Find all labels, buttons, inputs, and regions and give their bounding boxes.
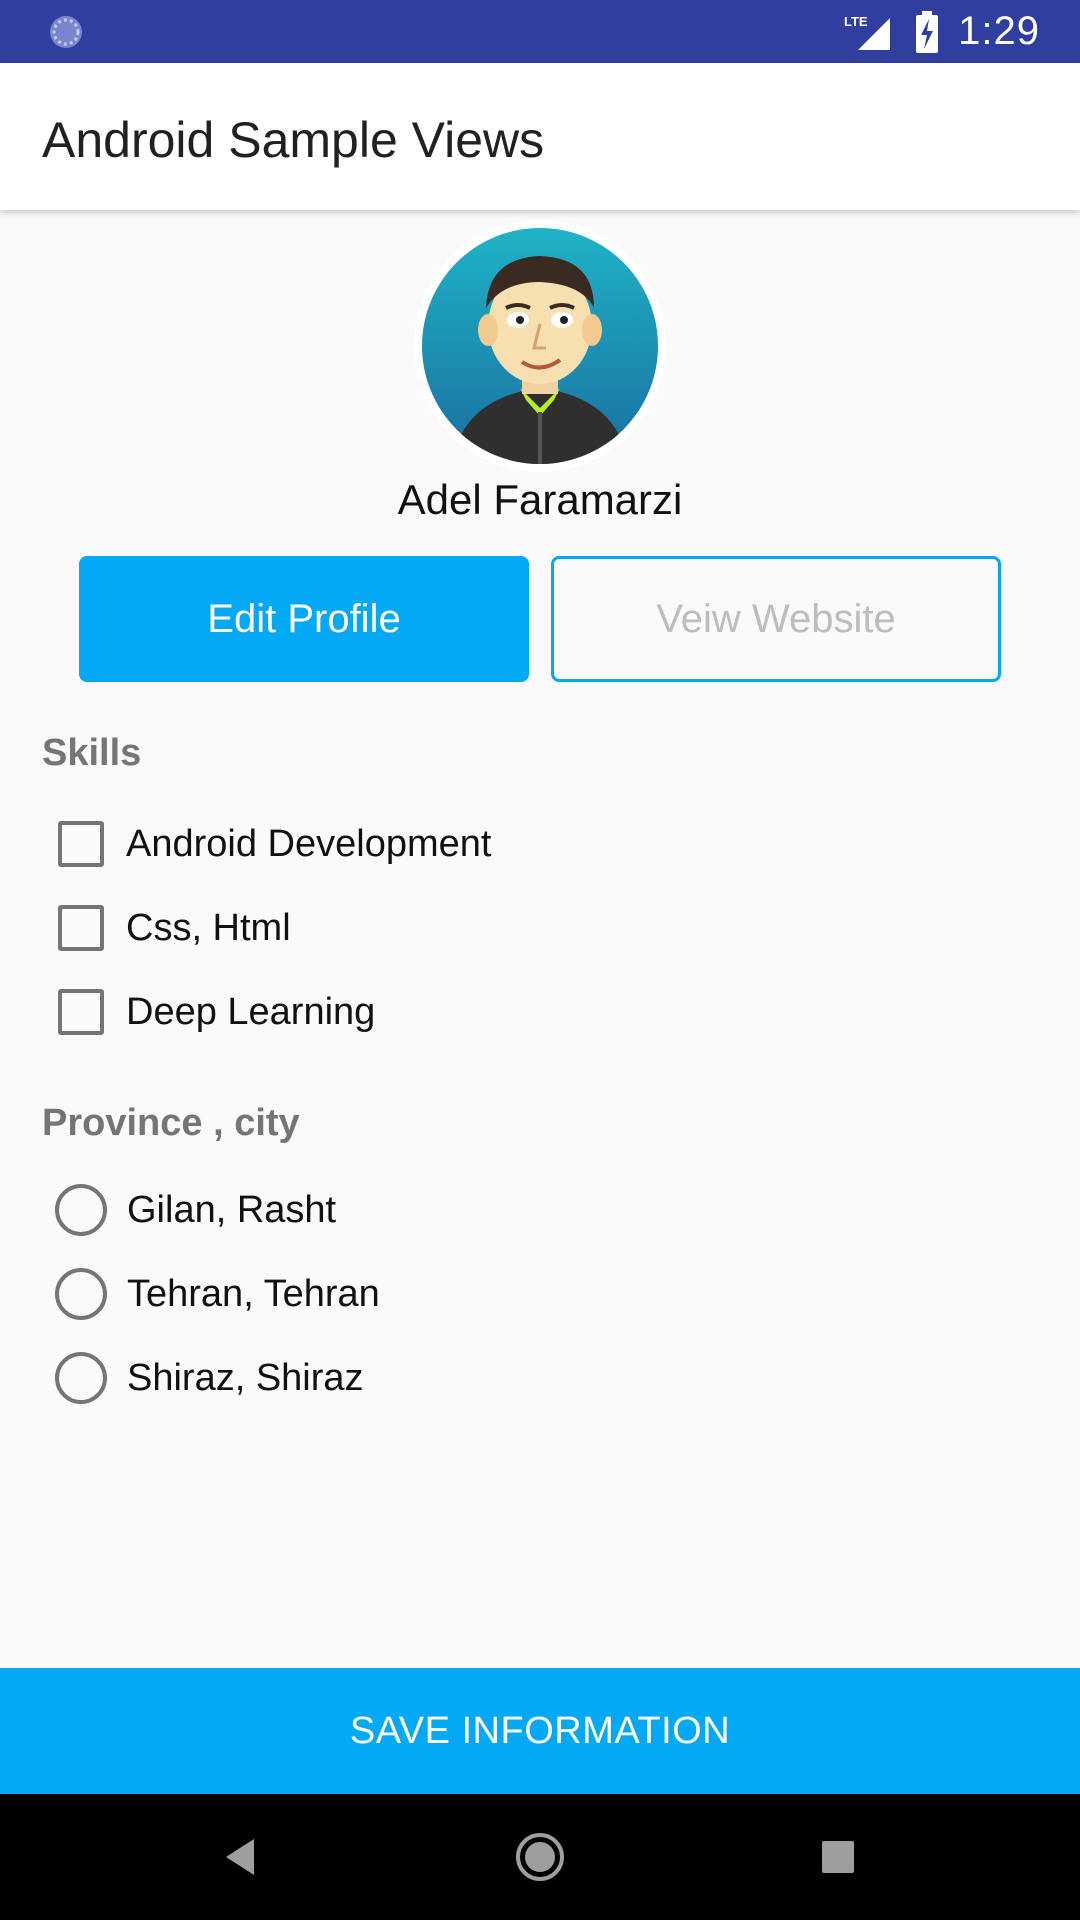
radio-button[interactable]	[55, 1184, 107, 1236]
home-button[interactable]	[480, 1794, 600, 1920]
province-label: Gilan, Rasht	[127, 1188, 337, 1231]
skill-label: Android Development	[126, 822, 492, 865]
navigation-bar	[0, 1794, 1080, 1920]
skill-option-android[interactable]: Android Development	[58, 814, 491, 874]
skill-option-deep-learning[interactable]: Deep Learning	[58, 982, 375, 1042]
app-title: Android Sample Views	[42, 112, 545, 168]
skills-title: Skills	[42, 732, 142, 774]
checkbox[interactable]	[58, 905, 104, 951]
skill-option-css-html[interactable]: Css, Html	[58, 898, 291, 958]
radio-button[interactable]	[55, 1268, 107, 1320]
avatar-cartoon-icon	[422, 228, 658, 464]
province-option-shiraz[interactable]: Shiraz, Shiraz	[55, 1348, 364, 1408]
view-website-button[interactable]: Veiw Website	[551, 556, 1001, 682]
province-title: Province , city	[42, 1102, 300, 1144]
loading-icon	[50, 16, 82, 48]
profile-name: Adel Faramarzi	[397, 476, 683, 523]
battery-charging-icon	[916, 10, 939, 53]
checkbox[interactable]	[58, 989, 104, 1035]
signal-icon: LTE	[844, 14, 891, 50]
status-bar: LTE 1:29	[0, 0, 1080, 63]
recents-button[interactable]	[778, 1794, 898, 1920]
recents-icon	[822, 1841, 854, 1873]
skill-label: Css, Html	[126, 906, 291, 949]
status-icons: LTE 1:29	[844, 0, 1040, 63]
avatar	[422, 228, 658, 464]
radio-button[interactable]	[55, 1352, 107, 1404]
avatar-frame	[414, 220, 666, 472]
home-icon	[516, 1833, 564, 1881]
province-label: Tehran, Tehran	[127, 1272, 380, 1315]
province-option-gilan[interactable]: Gilan, Rasht	[55, 1180, 337, 1240]
network-type-label: LTE	[844, 14, 868, 29]
province-option-tehran[interactable]: Tehran, Tehran	[55, 1264, 380, 1324]
edit-profile-button[interactable]: Edit Profile	[79, 556, 529, 682]
province-label: Shiraz, Shiraz	[127, 1356, 364, 1399]
back-button[interactable]	[180, 1794, 300, 1920]
back-icon	[226, 1839, 254, 1875]
save-information-button[interactable]: SAVE INFORMATION	[0, 1668, 1080, 1794]
app-bar: Android Sample Views	[0, 63, 1080, 210]
skill-label: Deep Learning	[126, 990, 376, 1033]
checkbox[interactable]	[58, 821, 104, 867]
status-time: 1:29	[958, 9, 1040, 53]
